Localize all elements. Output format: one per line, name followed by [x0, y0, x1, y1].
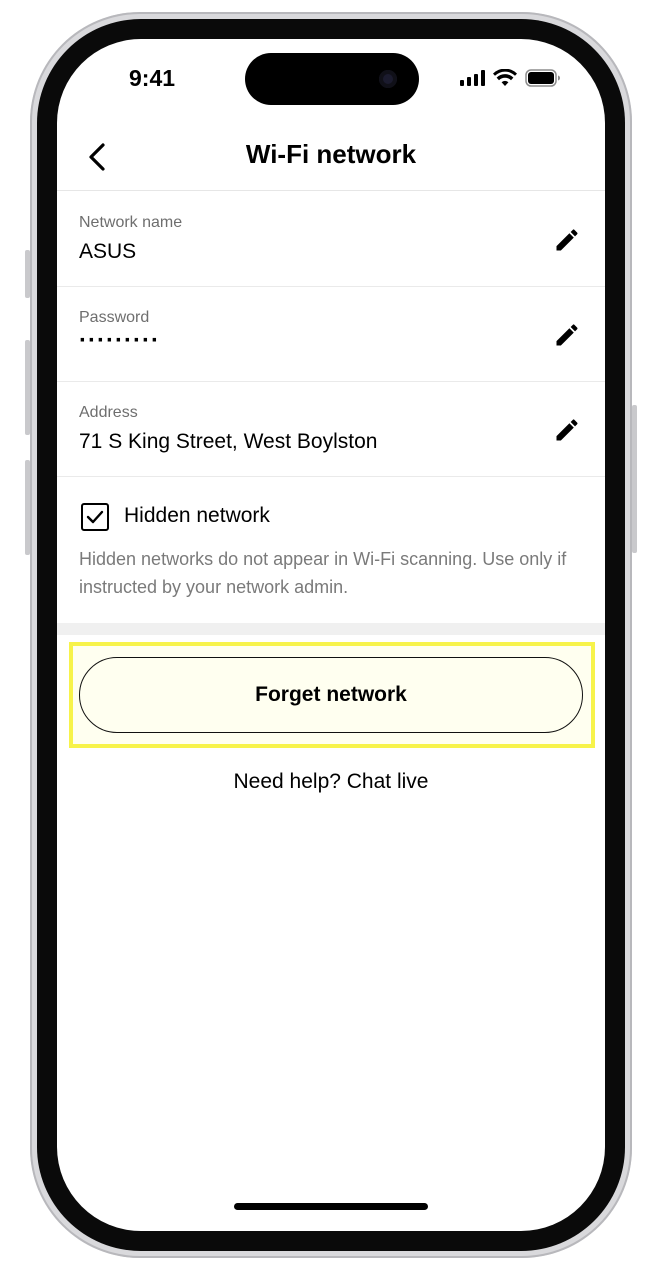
- password-row: Password ·········: [57, 287, 605, 382]
- edit-pencil-icon: [556, 419, 578, 441]
- edit-password-button[interactable]: [551, 319, 583, 351]
- edit-pencil-icon: [556, 229, 578, 251]
- hidden-network-hint: Hidden networks do not appear in Wi-Fi s…: [79, 549, 567, 597]
- power-button: [632, 405, 637, 553]
- hidden-network-label: Hidden network: [124, 504, 270, 527]
- section-divider: [57, 623, 605, 635]
- home-indicator[interactable]: [234, 1203, 428, 1210]
- password-value: ·········: [79, 327, 160, 354]
- address-value: 71 S King Street, West Boylston: [79, 430, 378, 453]
- network-name-value: ASUS: [79, 240, 137, 263]
- chat-live-link[interactable]: Need help? Chat live: [57, 770, 605, 794]
- status-time: 9:41: [129, 65, 176, 91]
- signal-icon: [460, 70, 485, 86]
- camera-icon: [379, 70, 397, 88]
- action-button: [25, 250, 30, 298]
- status-icons: [460, 69, 561, 87]
- network-name-label: Network name: [79, 214, 183, 231]
- forget-network-button[interactable]: Forget network: [79, 657, 583, 733]
- address-label: Address: [79, 404, 138, 421]
- checkmark-icon: [86, 510, 104, 524]
- volume-down-button: [25, 460, 30, 555]
- password-label: Password: [79, 309, 150, 326]
- hidden-network-checkbox[interactable]: [81, 503, 109, 531]
- hidden-network-section: Hidden network Hidden networks do not ap…: [57, 477, 605, 623]
- page-title: Wi-Fi network: [245, 139, 417, 169]
- battery-icon: [525, 69, 560, 87]
- wifi-icon: [493, 69, 517, 86]
- volume-up-button: [25, 340, 30, 435]
- network-name-row: Network name ASUS: [57, 192, 605, 287]
- edit-address-button[interactable]: [551, 414, 583, 446]
- edit-pencil-icon: [556, 324, 578, 346]
- address-row: Address 71 S King Street, West Boylston: [57, 382, 605, 477]
- screen: 9:41 Wi-Fi network Network name ASUS Pas…: [57, 39, 605, 1231]
- header: Wi-Fi network: [57, 125, 605, 191]
- dynamic-island: [245, 53, 419, 105]
- edit-network-name-button[interactable]: [551, 224, 583, 256]
